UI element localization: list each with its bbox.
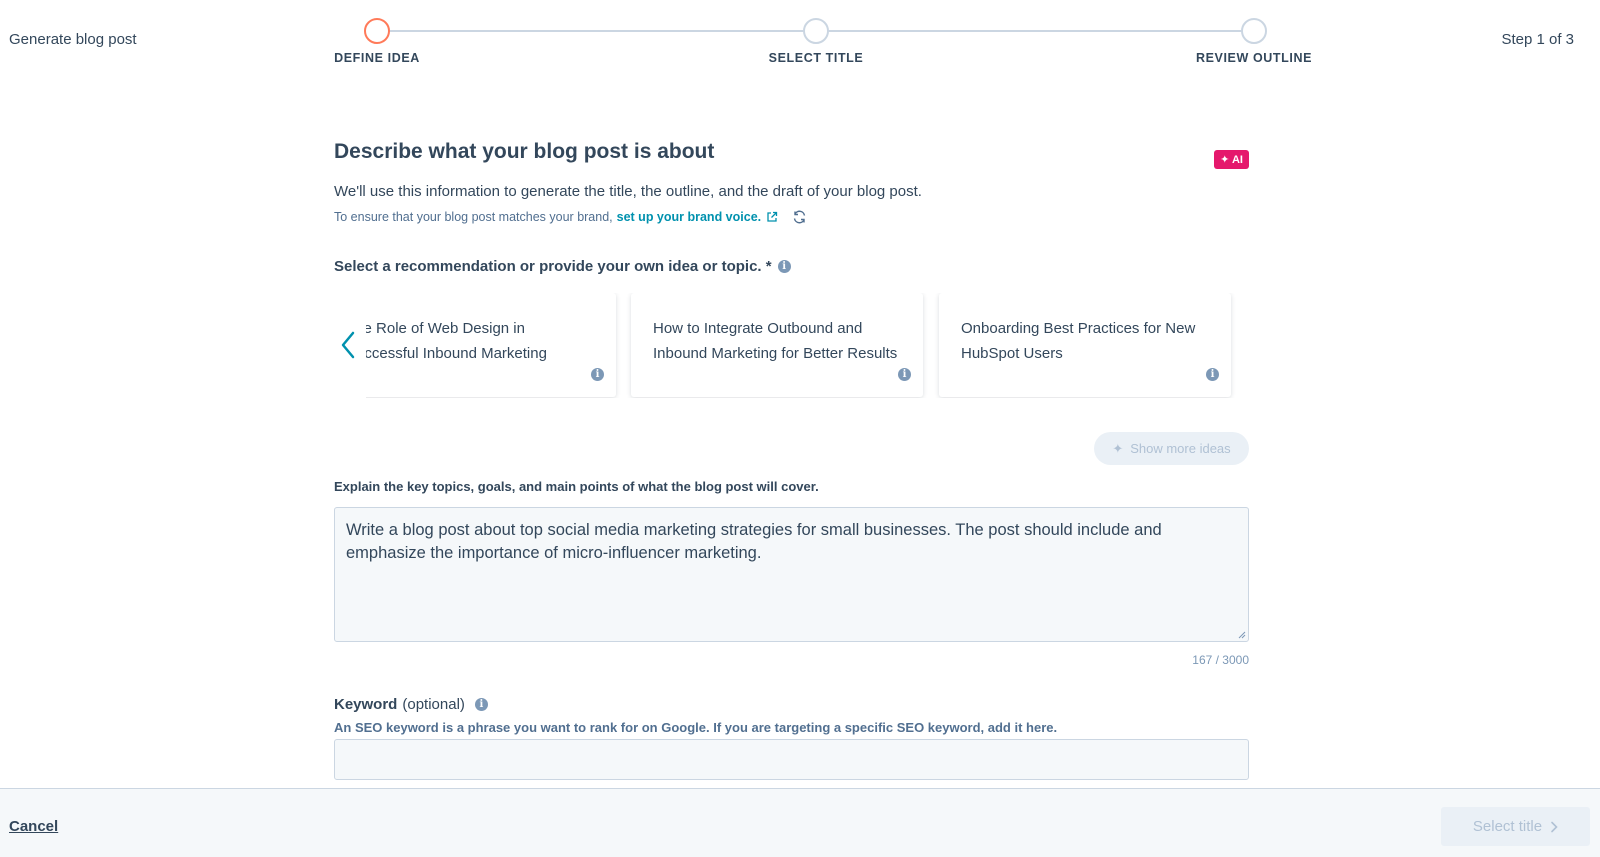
footer-bar: Cancel Select title xyxy=(0,788,1600,857)
recommendation-card-text: The Role of Web Design in Successful Inb… xyxy=(366,320,547,362)
topic-description-textarea[interactable]: Write a blog post about top social media… xyxy=(334,507,1249,642)
recommendation-label: Select a recommendation or provide your … xyxy=(334,258,791,275)
select-title-label: Select title xyxy=(1472,818,1543,835)
brand-voice-prompt: To ensure that your blog post matches yo… xyxy=(334,210,807,224)
cancel-button[interactable]: Cancel xyxy=(9,818,58,835)
app-title: Generate blog post xyxy=(9,31,137,48)
step-counter: Step 1 of 3 xyxy=(1501,31,1574,48)
carousel-prev-button[interactable] xyxy=(334,325,362,365)
recommendation-card-text: How to Integrate Outbound and Inbound Ma… xyxy=(653,320,898,362)
topic-description-value: Write a blog post about top social media… xyxy=(346,521,1162,562)
external-link-icon[interactable] xyxy=(766,211,778,223)
keyword-label-text: Keyword xyxy=(334,696,398,713)
define-idea-form: Describe what your blog post is about ✦ … xyxy=(334,140,1249,780)
step-define-idea-label: DEFINE IDEA xyxy=(334,51,420,65)
recommendation-card[interactable]: How to Integrate Outbound and Inbound Ma… xyxy=(631,293,923,397)
brand-voice-link[interactable]: set up your brand voice. xyxy=(617,210,761,224)
show-more-ideas-button[interactable]: ✦ Show more ideas xyxy=(1094,432,1249,465)
info-icon[interactable]: i xyxy=(591,368,604,381)
step-select-title-label: SELECT TITLE xyxy=(768,51,864,65)
brand-voice-text: To ensure that your blog post matches yo… xyxy=(334,210,613,224)
select-title-button[interactable]: Select title xyxy=(1441,807,1590,846)
page-subtitle: We'll use this information to generate t… xyxy=(334,183,922,200)
info-icon[interactable]: i xyxy=(777,260,791,273)
show-more-ideas-label: Show more ideas xyxy=(1130,441,1231,456)
sparkle-icon: ✦ xyxy=(1112,440,1124,456)
step-review-outline-label: REVIEW OUTLINE xyxy=(1195,51,1313,65)
refresh-icon[interactable] xyxy=(792,210,807,224)
recommendation-carousel: The Role of Web Design in Successful Inb… xyxy=(334,293,1249,398)
step-define-idea-node xyxy=(364,18,390,44)
recommendation-card[interactable]: The Role of Web Design in Successful Inb… xyxy=(366,293,616,397)
topic-description-label: Explain the key topics, goals, and main … xyxy=(334,479,819,494)
ai-badge: ✦ AI xyxy=(1214,150,1249,169)
chevron-right-icon xyxy=(1550,821,1558,833)
keyword-input[interactable] xyxy=(334,739,1249,780)
info-icon[interactable]: i xyxy=(898,368,911,381)
step-review-outline-node xyxy=(1241,18,1267,44)
chevron-left-icon xyxy=(341,331,355,359)
recommendation-label-text: Select a recommendation or provide your … xyxy=(334,258,772,275)
recommendation-card[interactable]: Onboarding Best Practices for New HubSpo… xyxy=(939,293,1231,397)
character-counter: 167 / 3000 xyxy=(1192,653,1249,667)
step-select-title-node xyxy=(803,18,829,44)
keyword-help-text: An SEO keyword is a phrase you want to r… xyxy=(334,720,1058,735)
page-title: Describe what your blog post is about xyxy=(334,140,715,163)
recommendation-card-text: Onboarding Best Practices for New HubSpo… xyxy=(961,320,1196,362)
resize-grip-icon[interactable] xyxy=(1237,630,1246,639)
keyword-label: Keyword (optional) i xyxy=(334,696,488,713)
carousel-viewport: The Role of Web Design in Successful Inb… xyxy=(366,293,1249,398)
info-icon[interactable]: i xyxy=(474,698,488,711)
info-icon[interactable]: i xyxy=(1206,368,1219,381)
keyword-optional-text: (optional) xyxy=(402,696,465,713)
progress-stepper: DEFINE IDEA SELECT TITLE REVIEW OUTLINE xyxy=(334,18,1311,68)
